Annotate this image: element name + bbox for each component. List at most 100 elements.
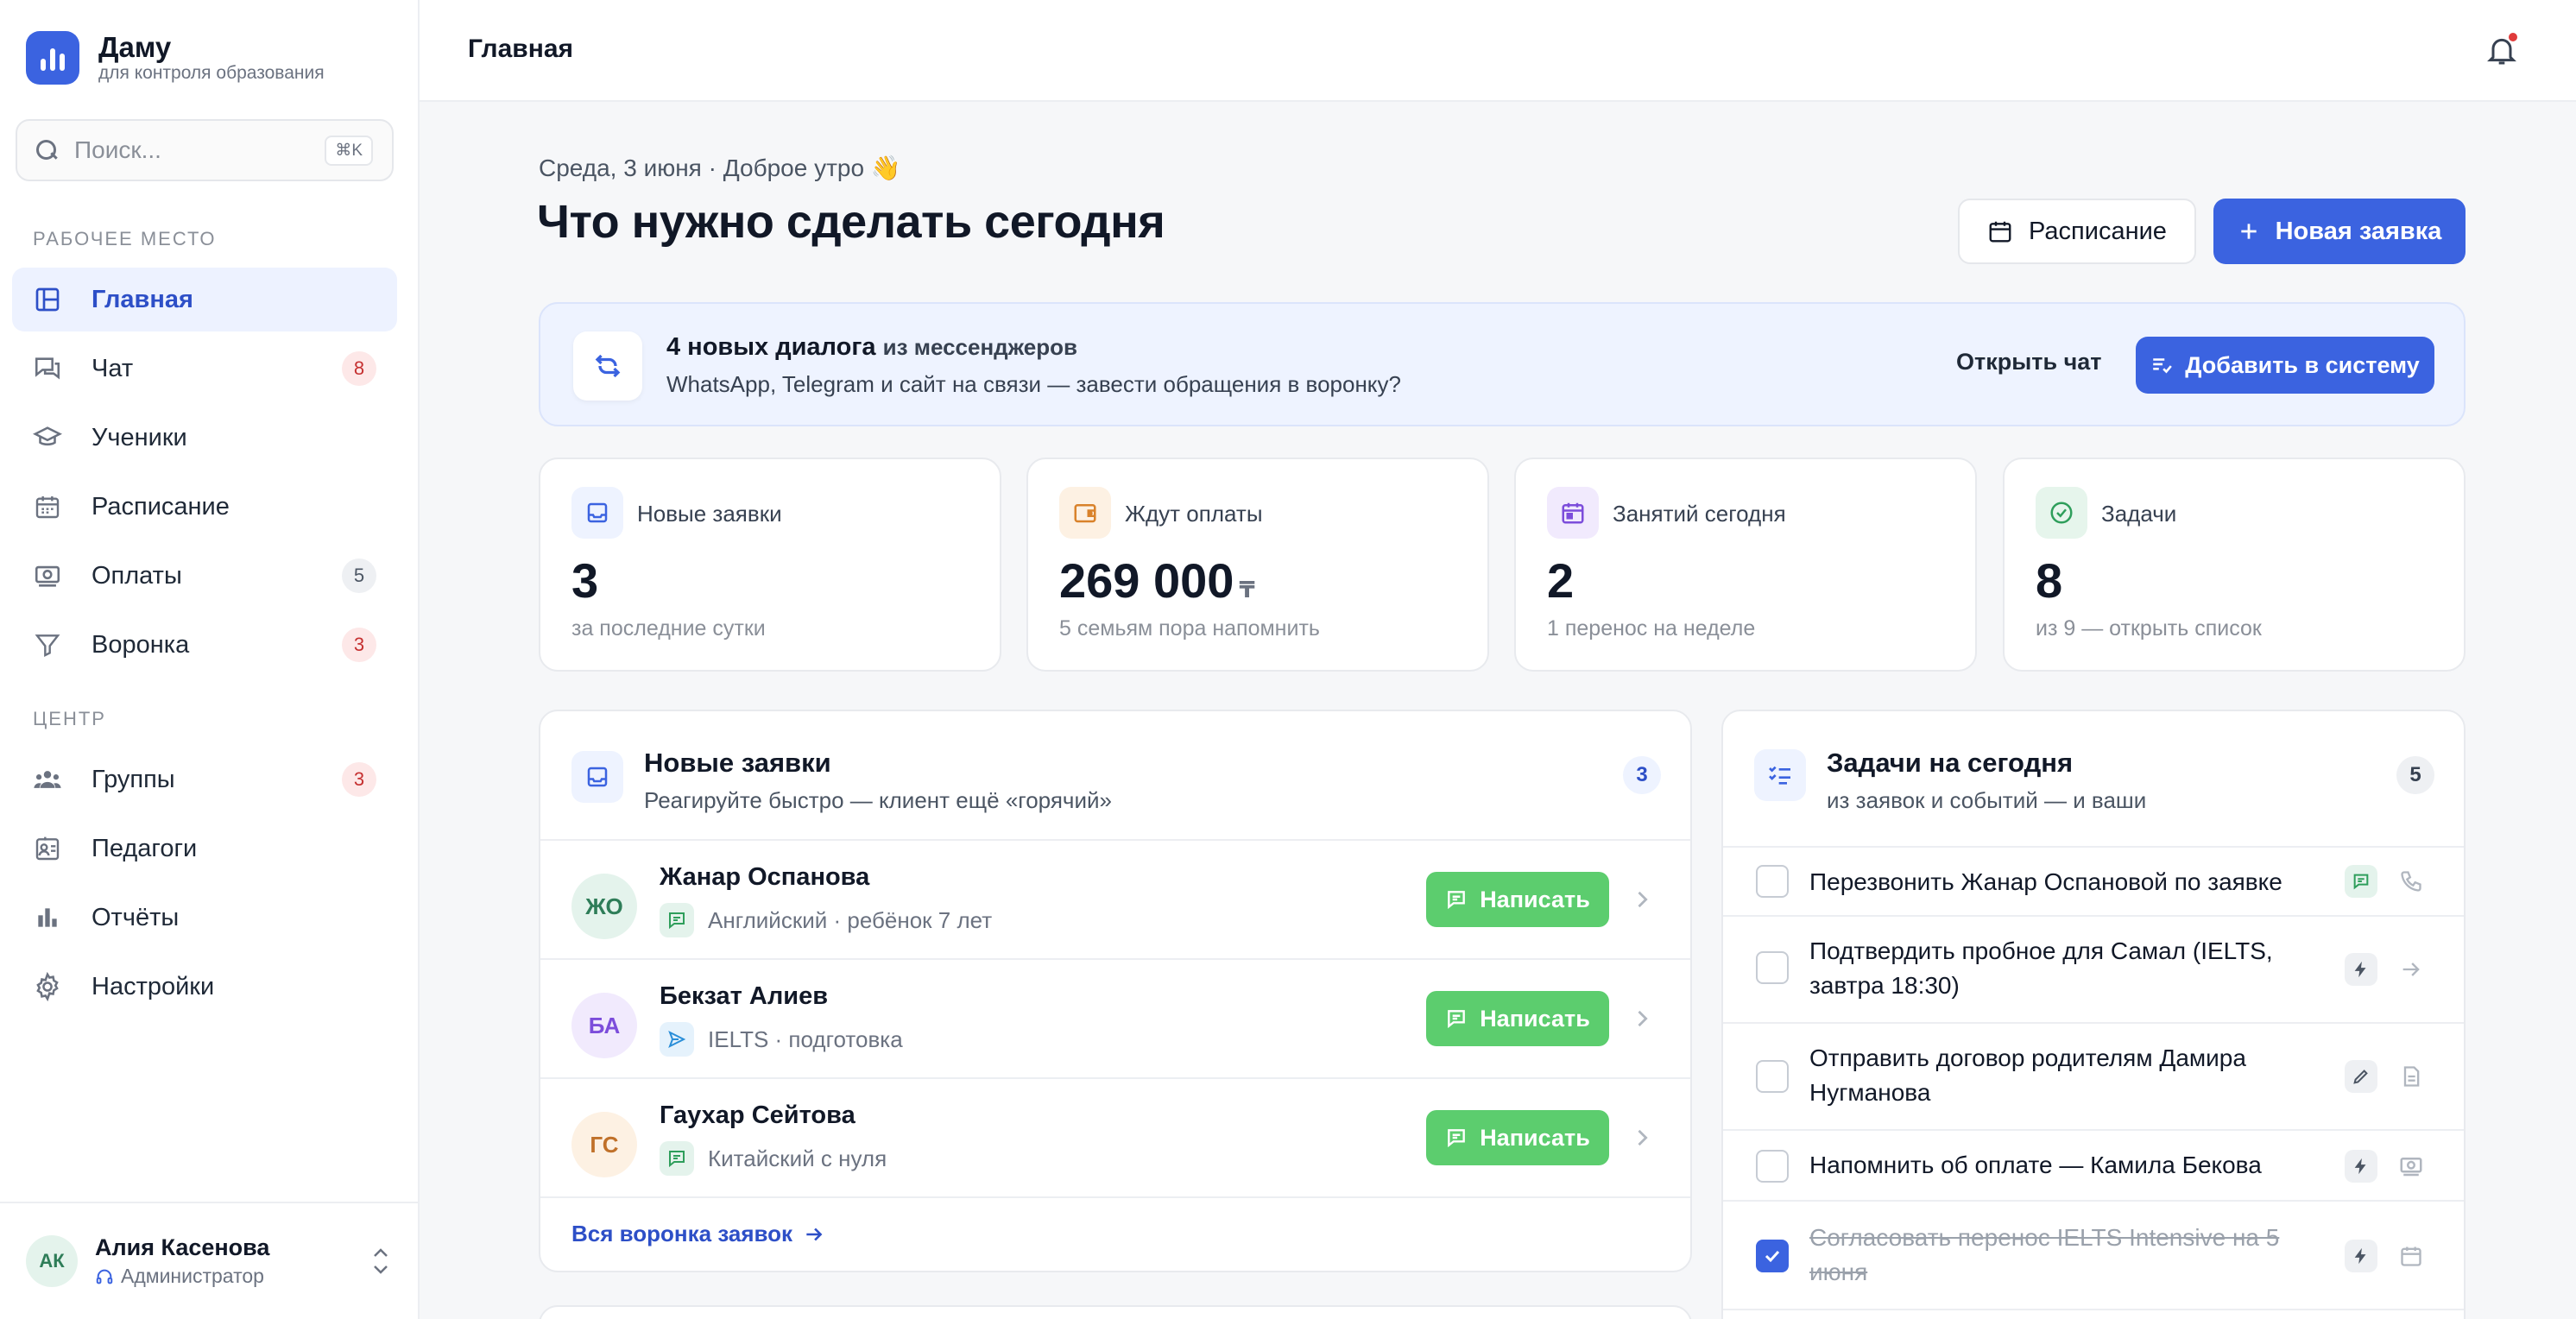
sync-icon [573, 331, 642, 401]
lightning-icon [2345, 1240, 2377, 1272]
sidebar-item-label: Воронка [92, 630, 190, 659]
message-icon [1448, 1129, 1466, 1148]
lead-meta: Китайский с нуля [708, 1145, 887, 1171]
groups-icon [33, 765, 62, 794]
search-input[interactable] [74, 136, 325, 164]
chevron-up-down-icon[interactable] [369, 1244, 392, 1278]
sidebar-item-reports[interactable]: Отчёты [12, 886, 397, 950]
card-title: Задачи на сегодня [1827, 748, 2074, 778]
schedule-button[interactable]: Расписание [1958, 199, 2196, 264]
avatar: АК [26, 1235, 78, 1287]
sidebar-item-label: Группы [92, 765, 175, 793]
next-card [539, 1305, 1692, 1319]
sidebar-item-schedule[interactable]: Расписание [12, 475, 397, 539]
sidebar-item-chat[interactable]: Чат 8 [12, 337, 397, 401]
task-row[interactable]: Напомнить об оплате — Камила Бекова [1723, 1131, 2464, 1202]
lead-name: Жанар Оспанова [660, 863, 870, 891]
search-box[interactable]: ⌘K [16, 119, 394, 181]
stat-card-awaiting-payment[interactable]: Ждут оплаты 269 000 ₸ 5 семьям пора напом… [1026, 458, 1489, 672]
stat-value: 3 [571, 553, 599, 608]
stat-value: 8 [2036, 553, 2063, 608]
task-row[interactable]: Отправить договор родителям Дамира Нугма… [1723, 1024, 2464, 1131]
sidebar-item-teachers[interactable]: Педагоги [12, 817, 397, 880]
sidebar-item-label: Педагоги [92, 834, 198, 862]
sidebar-item-label: Оплаты [92, 561, 182, 590]
stat-card-new-requests[interactable]: Новые заявки 3 за последние сутки [539, 458, 1001, 672]
add-to-system-label: Добавить в систему [2185, 351, 2420, 378]
stat-card-tasks[interactable]: Задачи 8 из 9 — открыть список [2003, 458, 2466, 672]
stat-card-lessons-today[interactable]: Занятий сегодня 2 1 перенос на неделе [1514, 458, 1977, 672]
chevron-right-icon[interactable] [1630, 1007, 1654, 1031]
chevron-right-icon[interactable] [1630, 887, 1654, 912]
bar-chart-icon [33, 903, 62, 932]
count-badge: 5 [2396, 756, 2434, 794]
task-row[interactable]: Перезвонить Жанар Оспановой по заявке [1723, 848, 2464, 917]
all-funnel-link-label: Вся воронка заявок [571, 1221, 793, 1246]
sidebar-item-payments[interactable]: Оплаты 5 [12, 544, 397, 608]
brand[interactable]: Даму для контроля образования [26, 31, 325, 85]
task-checkbox[interactable] [1756, 1150, 1789, 1183]
payments-icon[interactable] [2395, 1150, 2428, 1183]
write-button[interactable]: Написать [1426, 1110, 1609, 1165]
card-subtitle: из заявок и событий — и ваши [1827, 787, 2147, 813]
task-row[interactable]: Подтвердить пробное для Самал (IELTS, за… [1723, 917, 2464, 1024]
task-row[interactable]: Согласовать перенос IELTS Intensive на 5… [1723, 1202, 2464, 1310]
task-checkbox[interactable] [1756, 951, 1789, 984]
lead-row[interactable]: ЖО Жанар Оспанова Английский · ребёнок 7… [540, 841, 1690, 960]
lead-meta: Английский · ребёнок 7 лет [708, 906, 993, 933]
lightning-icon [2345, 1150, 2377, 1183]
sidebar-item-label: Ученики [92, 423, 187, 451]
inbox-icon [571, 487, 623, 539]
sidebar-item-students[interactable]: Ученики [12, 406, 397, 470]
task-text: Напомнить об оплате — Камила Бекова [1809, 1152, 2262, 1178]
lead-name: Гаухар Сейтова [660, 1101, 856, 1129]
task-list-icon [1754, 749, 1806, 801]
new-request-button[interactable]: Новая заявка [2213, 199, 2466, 264]
sidebar-item-label: Главная [92, 285, 193, 313]
calendar-icon[interactable] [2395, 1240, 2428, 1272]
calendar-icon [1547, 487, 1599, 539]
funnel-count-badge: 3 [342, 628, 376, 662]
list-check-icon [2153, 358, 2173, 374]
message-icon [1448, 891, 1466, 910]
write-button[interactable]: Написать [1426, 872, 1609, 927]
whatsapp-icon [2345, 865, 2377, 898]
lead-row[interactable]: БА Бекзат Алиев IELTS · подготовка Напис… [540, 960, 1690, 1079]
add-to-system-button[interactable]: Добавить в систему [2136, 337, 2434, 394]
task-checkbox[interactable] [1756, 865, 1789, 898]
funnel-icon [33, 630, 62, 660]
shortcut-hint: ⌘K [325, 135, 373, 166]
stat-sub: 1 перенос на неделе [1547, 616, 1756, 641]
lightning-icon [2345, 953, 2377, 986]
open-chat-link[interactable]: Открыть чат [1956, 349, 2102, 376]
topbar: Главная [420, 0, 2576, 102]
page-title: Что нужно сделать сегодня [537, 196, 1165, 248]
sidebar-item-funnel[interactable]: Воронка 3 [12, 613, 397, 677]
check-circle-icon [2036, 487, 2087, 539]
all-funnel-link[interactable]: Вся воронка заявок [571, 1221, 825, 1247]
chat-count-badge: 8 [342, 351, 376, 386]
stat-sub: из 9 — открыть список [2036, 616, 2262, 641]
stat-label: Занятий сегодня [1613, 501, 1786, 527]
sidebar-item-groups[interactable]: Группы 3 [12, 748, 397, 811]
section-label-center: ЦЕНТР [33, 708, 106, 729]
arrow-right-icon[interactable] [2395, 953, 2428, 986]
card-header: Задачи на сегодня из заявок и событий — … [1723, 711, 2464, 848]
stat-label: Задачи [2101, 501, 2177, 527]
user-profile[interactable]: АК Алия Касенова Администратор [0, 1202, 418, 1319]
sidebar-item-home[interactable]: Главная [12, 268, 397, 331]
sidebar-item-settings[interactable]: Настройки [12, 955, 397, 1019]
notifications-bell-icon[interactable] [2484, 33, 2519, 67]
notification-dot [2509, 33, 2517, 41]
lead-row[interactable]: ГС Гаухар Сейтова Китайский с нуля Напис… [540, 1079, 1690, 1198]
groups-count-badge: 3 [342, 762, 376, 797]
write-button-label: Написать [1480, 886, 1590, 912]
document-icon[interactable] [2395, 1060, 2428, 1093]
banner-title: 4 новых диалога [666, 333, 876, 361]
task-checkbox-checked[interactable] [1756, 1240, 1789, 1272]
phone-icon[interactable] [2395, 865, 2428, 898]
write-button[interactable]: Написать [1426, 991, 1609, 1046]
chevron-right-icon[interactable] [1630, 1126, 1654, 1150]
task-checkbox[interactable] [1756, 1060, 1789, 1093]
section-label-workspace: РАБОЧЕЕ МЕСТО [33, 228, 217, 249]
